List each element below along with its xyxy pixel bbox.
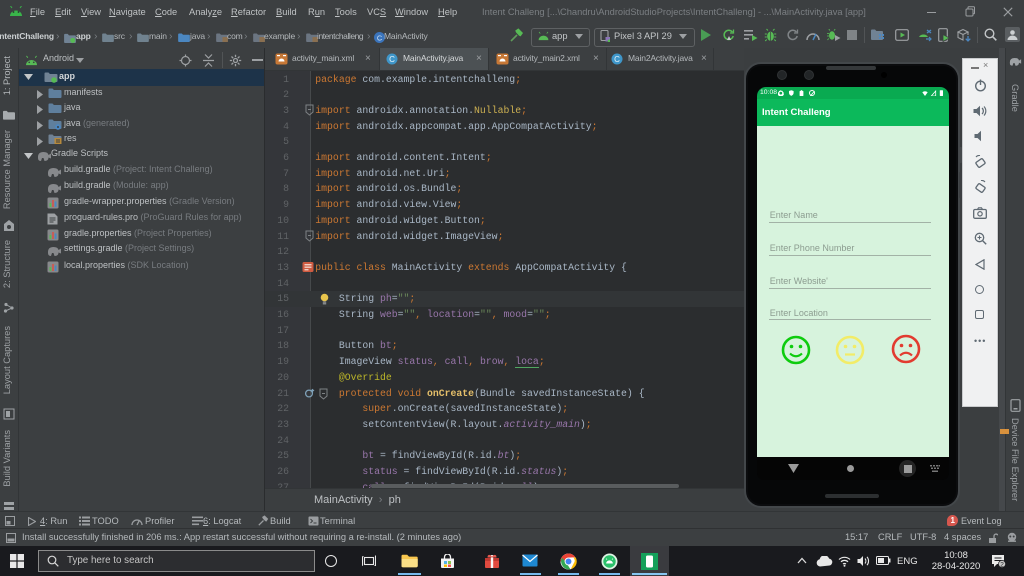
svg-text:2: 2 — [1000, 561, 1004, 568]
svg-text:C: C — [614, 55, 620, 64]
svg-text:C: C — [389, 55, 395, 64]
svg-text:C: C — [377, 33, 383, 42]
